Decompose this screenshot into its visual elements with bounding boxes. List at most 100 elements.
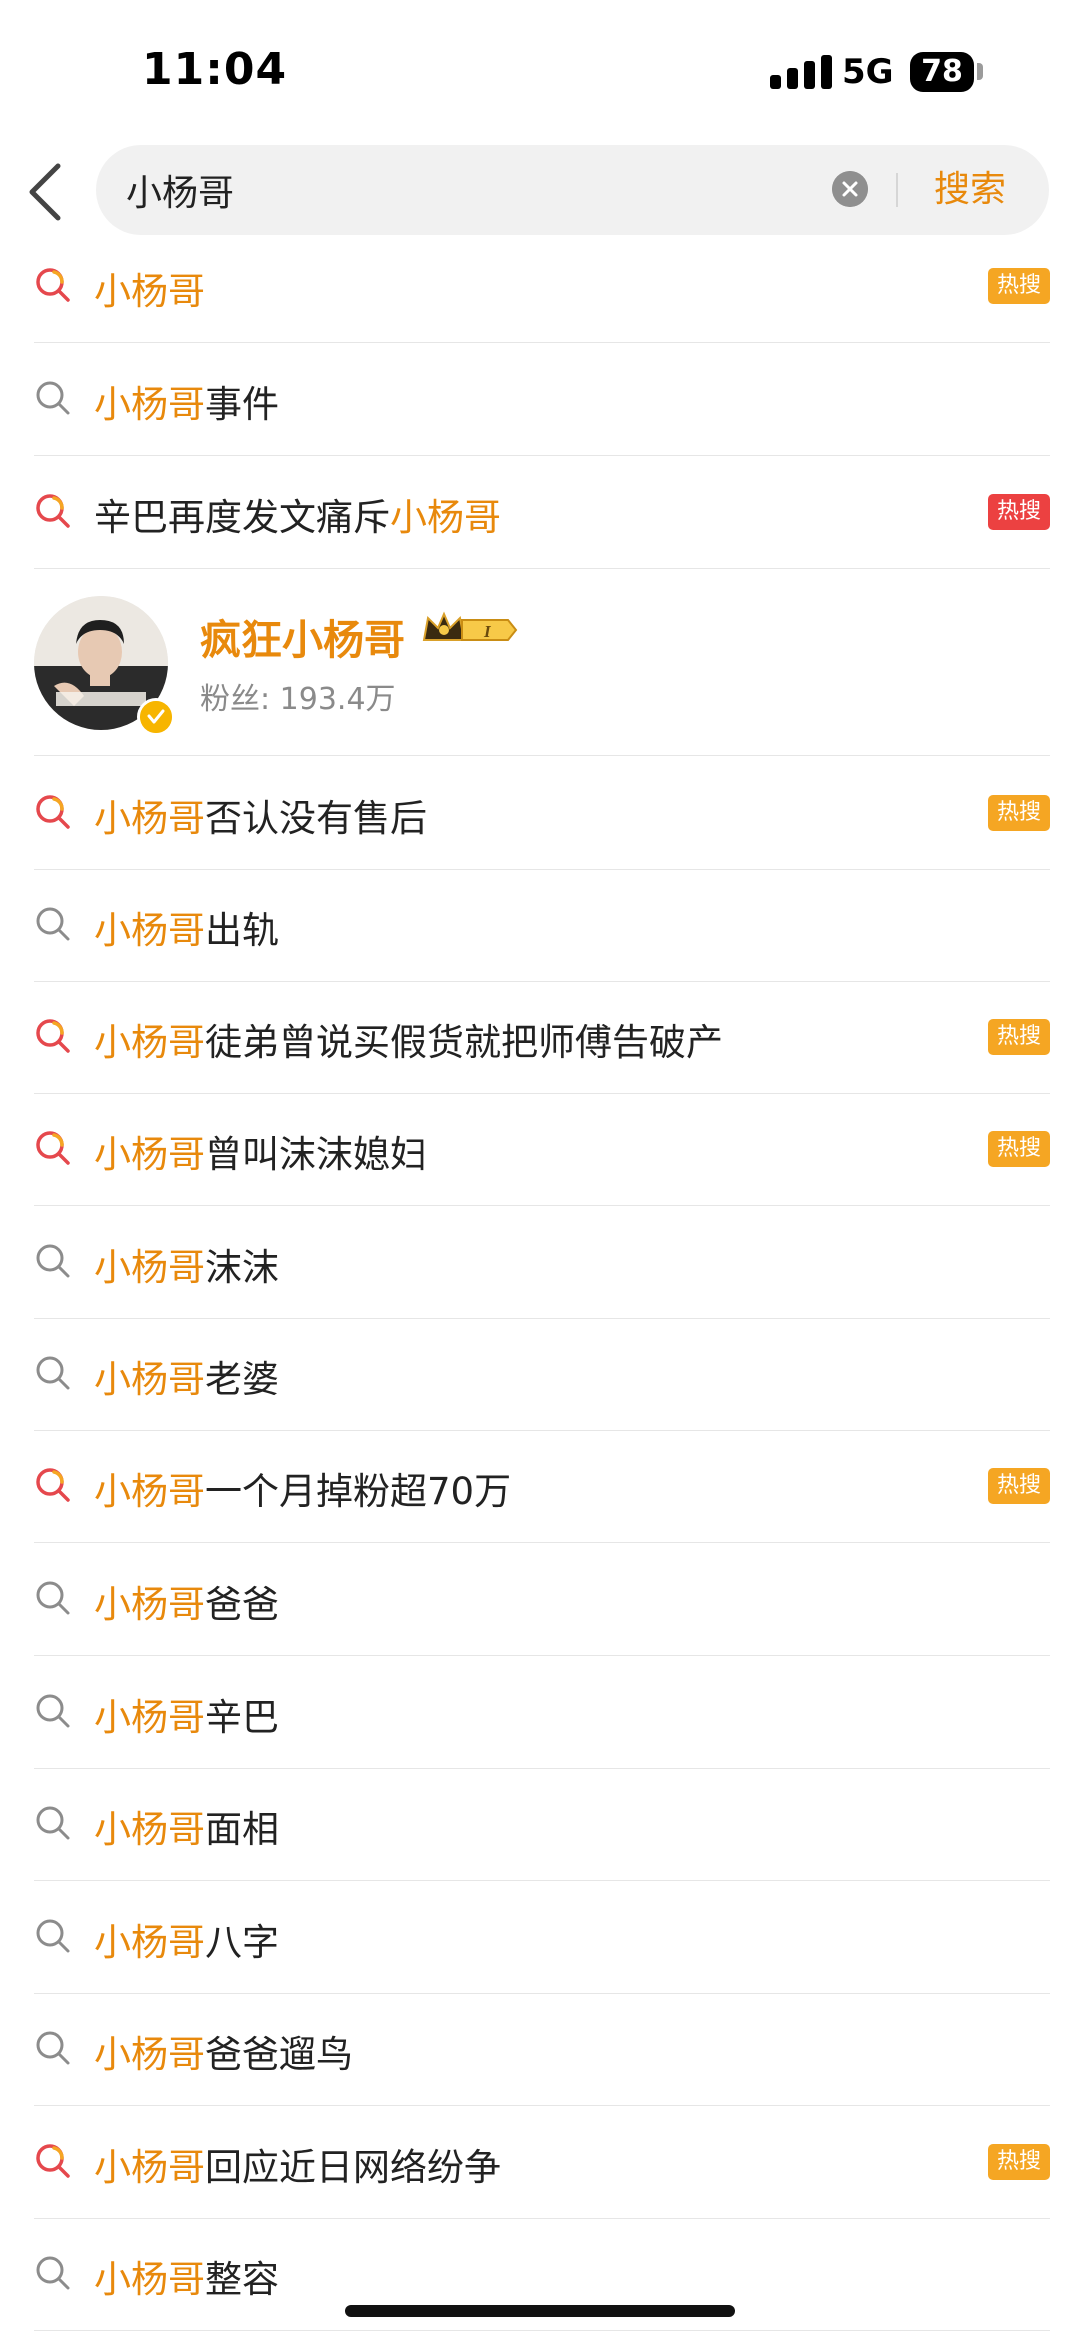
suggestion-text: 辛巴再度发文痛斥小杨哥	[94, 487, 501, 541]
suggestion-row[interactable]: 小杨哥否认没有售后 热搜	[34, 757, 1050, 870]
user-fans: 粉丝: 193.4万	[200, 674, 396, 718]
suggestion-text: 小杨哥沫沫	[94, 1237, 279, 1291]
suggestion-highlight: 小杨哥	[94, 1358, 205, 1401]
suggestion-row[interactable]: 小杨哥爸爸	[34, 1543, 1050, 1656]
hot-badge: 热搜	[988, 795, 1050, 831]
suggestion-text: 小杨哥曾叫沫沫媳妇	[94, 1124, 427, 1178]
suggestion-highlight: 小杨哥	[94, 1921, 205, 1964]
search-icon	[36, 1244, 70, 1278]
search-icon	[36, 1919, 70, 1953]
search-icon	[36, 1694, 70, 1728]
hot-search-icon	[36, 2144, 70, 2178]
suggestion-text: 小杨哥徒弟曾说买假货就把师傅告破产	[94, 1012, 723, 1066]
suggestion-highlight: 小杨哥	[94, 2146, 205, 2189]
status-bar: 11:04 5G 78	[0, 0, 1080, 140]
status-time: 11:04	[142, 44, 288, 95]
suggestion-row[interactable]: 小杨哥一个月掉粉超70万 热搜	[34, 1430, 1050, 1543]
suggestion-row[interactable]: 小杨哥曾叫沫沫媳妇 热搜	[34, 1093, 1050, 1206]
suggestion-highlight: 小杨哥	[94, 2033, 205, 2076]
suggestion-text: 小杨哥	[94, 261, 205, 315]
suggestion-row[interactable]: 小杨哥 热搜	[34, 230, 1050, 343]
network-type: 5G	[842, 52, 894, 92]
search-box: 搜索	[96, 145, 1049, 235]
suggestion-rest: 老婆	[205, 1358, 279, 1401]
user-card[interactable]: 疯狂小杨哥 I 粉丝: 193.4万	[34, 566, 1050, 756]
hot-badge: 热搜	[988, 494, 1050, 530]
suggestion-row[interactable]: 小杨哥八字	[34, 1881, 1050, 1994]
back-arrow-icon[interactable]	[24, 160, 68, 224]
user-name[interactable]: 疯狂小杨哥	[200, 606, 405, 666]
suggestion-rest: 爸爸	[205, 1583, 279, 1626]
search-icon	[36, 381, 70, 415]
suggestion-text: 小杨哥八字	[94, 1912, 279, 1966]
hot-badge: 热搜	[988, 2144, 1050, 2180]
suggestion-text: 小杨哥爸爸	[94, 1574, 279, 1628]
hot-search-icon	[36, 1131, 70, 1165]
suggestion-highlight: 小杨哥	[94, 1021, 205, 1064]
suggestion-text: 小杨哥老婆	[94, 1349, 279, 1403]
hot-badge: 热搜	[988, 1468, 1050, 1504]
suggestion-rest: 爸爸遛鸟	[205, 2033, 353, 2076]
suggestion-rest: 否认没有售后	[205, 797, 427, 840]
suggestion-row[interactable]: 小杨哥老婆	[34, 1318, 1050, 1431]
hot-badge: 热搜	[988, 268, 1050, 304]
search-icon	[36, 907, 70, 941]
suggestion-text: 小杨哥一个月掉粉超70万	[94, 1461, 511, 1515]
clear-icon[interactable]	[832, 171, 868, 207]
verified-icon	[137, 698, 175, 736]
suggestion-highlight: 小杨哥	[94, 2258, 205, 2301]
suggestion-rest: 一个月掉粉超70万	[205, 1470, 512, 1513]
hot-badge: 热搜	[988, 1019, 1050, 1055]
hot-search-icon	[36, 268, 70, 302]
suggestion-row[interactable]: 小杨哥爸爸遛鸟	[34, 1993, 1050, 2106]
suggestion-rest: 辛巴	[205, 1696, 279, 1739]
suggestion-rest: 八字	[205, 1921, 279, 1964]
suggestion-row[interactable]: 小杨哥出轨	[34, 869, 1050, 982]
suggestion-text: 小杨哥爸爸遛鸟	[94, 2024, 353, 2078]
suggestion-highlight: 小杨哥	[94, 1133, 205, 1176]
suggestion-prefix: 辛巴再度发文痛斥	[94, 496, 390, 539]
suggestion-highlight: 小杨哥	[94, 909, 205, 952]
vip-crown-icon: I	[422, 611, 518, 641]
search-input[interactable]	[126, 145, 746, 235]
suggestion-rest: 出轨	[205, 909, 279, 952]
fans-value: 193.4万	[279, 682, 396, 717]
hot-search-icon	[36, 1468, 70, 1502]
suggestion-highlight: 小杨哥	[94, 1470, 205, 1513]
suggestion-row[interactable]: 辛巴再度发文痛斥小杨哥 热搜	[34, 456, 1050, 569]
hot-search-icon	[36, 1019, 70, 1053]
hot-search-icon	[36, 795, 70, 829]
suggestion-row[interactable]: 小杨哥辛巴	[34, 1656, 1050, 1769]
suggestion-row[interactable]: 小杨哥沫沫	[34, 1206, 1050, 1319]
suggestion-rest: 事件	[205, 383, 279, 426]
suggestion-row[interactable]: 小杨哥事件	[34, 343, 1050, 456]
suggestion-text: 小杨哥出轨	[94, 900, 279, 954]
suggestion-highlight: 小杨哥	[94, 270, 205, 313]
suggestion-highlight: 小杨哥	[94, 1583, 205, 1626]
suggestion-text: 小杨哥整容	[94, 2249, 279, 2303]
suggestion-rest: 面相	[205, 1808, 279, 1851]
suggestion-text: 小杨哥面相	[94, 1799, 279, 1853]
search-icon	[36, 2031, 70, 2065]
search-icon	[36, 1581, 70, 1615]
search-icon	[36, 1806, 70, 1840]
suggestion-rest: 沫沫	[205, 1246, 279, 1289]
suggestion-highlight: 小杨哥	[94, 1696, 205, 1739]
hot-badge: 热搜	[988, 1131, 1050, 1167]
suggestion-text: 小杨哥辛巴	[94, 1687, 279, 1741]
search-divider	[896, 173, 898, 207]
suggestion-row[interactable]: 小杨哥面相	[34, 1768, 1050, 1881]
suggestion-rest: 曾叫沫沫媳妇	[205, 1133, 427, 1176]
fans-label: 粉丝:	[200, 682, 271, 717]
search-button[interactable]: 搜索	[934, 145, 1006, 235]
battery-tip	[977, 63, 983, 80]
suggestion-rest: 徒弟曾说买假货就把师傅告破产	[205, 1021, 723, 1064]
suggestion-text: 小杨哥否认没有售后	[94, 788, 427, 842]
suggestion-row[interactable]: 小杨哥回应近日网络纷争 热搜	[34, 2106, 1050, 2219]
hot-search-icon	[36, 494, 70, 528]
search-icon	[36, 2256, 70, 2290]
suggestion-rest: 回应近日网络纷争	[205, 2146, 501, 2189]
signal-icon	[770, 55, 836, 89]
suggestion-row[interactable]: 小杨哥徒弟曾说买假货就把师傅告破产 热搜	[34, 981, 1050, 1094]
suggestion-highlight: 小杨哥	[94, 1808, 205, 1851]
